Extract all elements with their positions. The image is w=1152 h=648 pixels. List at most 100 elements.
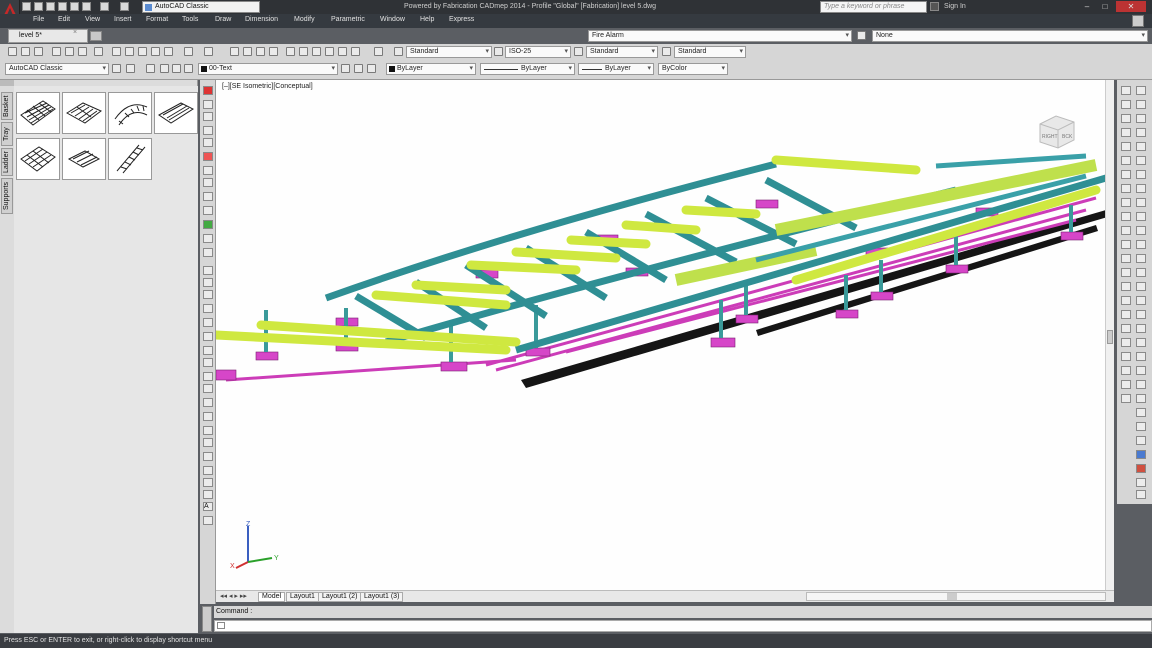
basket-cross-tool[interactable] xyxy=(154,92,198,134)
material-red-icon[interactable] xyxy=(1136,464,1146,473)
service-browse-icon[interactable] xyxy=(857,31,866,40)
paste-icon[interactable] xyxy=(138,47,147,56)
palette-tab-ladder[interactable]: Ladder xyxy=(1,148,13,176)
restore-document-icon[interactable] xyxy=(1132,15,1144,27)
break-icon[interactable] xyxy=(1136,156,1146,165)
polygon-icon[interactable] xyxy=(203,304,213,313)
tool-palettes-icon[interactable] xyxy=(312,47,321,56)
tab-layout1[interactable]: Layout1 xyxy=(286,592,319,602)
dim-aligned-icon[interactable] xyxy=(1121,310,1131,319)
osnap-settings-icon[interactable] xyxy=(1121,296,1131,305)
layer-combo[interactable]: 00-Text xyxy=(198,63,338,75)
undo-tool-icon[interactable] xyxy=(184,47,193,56)
layer-properties-icon[interactable] xyxy=(146,64,155,73)
menu-tools[interactable]: Tools xyxy=(182,16,198,23)
snap-parallel-icon[interactable] xyxy=(1136,254,1146,263)
ellipse-icon[interactable] xyxy=(203,384,213,393)
viewcube[interactable]: RIGHT BCK xyxy=(1034,110,1078,154)
save-icon[interactable] xyxy=(46,2,55,11)
lights-icon[interactable] xyxy=(1136,478,1146,487)
arc-icon[interactable] xyxy=(203,332,213,341)
snap-node-icon[interactable] xyxy=(1136,268,1146,277)
workspace-settings-icon[interactable] xyxy=(112,64,121,73)
realistic-icon[interactable] xyxy=(1136,436,1146,445)
construction-line-icon[interactable] xyxy=(203,278,213,287)
dim-radius-icon[interactable] xyxy=(1136,310,1146,319)
layer-icon[interactable] xyxy=(203,138,213,147)
new-tab-button[interactable] xyxy=(90,31,102,41)
dim-continue-icon[interactable] xyxy=(1121,338,1131,347)
workspace-save-icon[interactable] xyxy=(126,64,135,73)
layer-freeze-icon[interactable] xyxy=(172,64,181,73)
horizontal-scrollbar[interactable] xyxy=(806,592,1106,601)
tab-layout1-3[interactable]: Layout1 (3) xyxy=(360,592,404,602)
chamfer-icon[interactable] xyxy=(1136,170,1146,179)
snap-quadrant-icon[interactable] xyxy=(1121,240,1131,249)
block-editor-icon[interactable] xyxy=(164,47,173,56)
plot-style-combo[interactable]: ByColor xyxy=(658,63,728,75)
dim-ordinate-icon[interactable] xyxy=(1121,380,1131,389)
orbit-icon[interactable] xyxy=(203,126,213,135)
palette-tab-tray[interactable]: Tray xyxy=(1,122,13,146)
table-icon[interactable] xyxy=(203,490,213,499)
layer-lock-icon[interactable] xyxy=(184,64,193,73)
sun-icon[interactable] xyxy=(1136,490,1146,499)
palette-tab-supports[interactable]: Supports xyxy=(1,178,13,214)
snap-nearest-icon[interactable] xyxy=(1121,282,1131,291)
zoom-icon[interactable] xyxy=(203,100,213,109)
dim-style-tool-icon[interactable] xyxy=(1136,366,1146,375)
stop-icon[interactable] xyxy=(203,152,213,161)
quickcalc-icon[interactable] xyxy=(351,47,360,56)
green-tool-icon[interactable] xyxy=(203,220,213,229)
menu-window[interactable]: Window xyxy=(380,16,405,23)
snap-intersection-icon[interactable] xyxy=(1121,212,1131,221)
snap-endpoint-icon[interactable] xyxy=(1121,198,1131,207)
snap-center-icon[interactable] xyxy=(1136,226,1146,235)
menu-modify[interactable]: Modify xyxy=(294,16,315,23)
ladder-tool[interactable] xyxy=(108,138,152,180)
palette-tab-basket[interactable]: Basket xyxy=(1,92,13,120)
spline-icon[interactable] xyxy=(203,372,213,381)
menu-express[interactable]: Express xyxy=(449,16,474,23)
tray-grid-tool[interactable] xyxy=(16,138,60,180)
minimize-icon[interactable]: – xyxy=(1080,1,1094,12)
gradient-icon[interactable] xyxy=(203,466,213,475)
grid-tool-icon[interactable] xyxy=(203,234,213,243)
layer-previous-icon[interactable] xyxy=(354,64,363,73)
circle-icon[interactable] xyxy=(203,346,213,355)
visual-style-icon[interactable] xyxy=(1136,422,1146,431)
cut-icon[interactable] xyxy=(112,47,121,56)
stretch-icon[interactable] xyxy=(1121,142,1131,151)
quick-dim-icon[interactable] xyxy=(1121,394,1131,403)
hscroll-thumb[interactable] xyxy=(947,593,957,600)
tab-close-icon[interactable]: × xyxy=(73,29,77,36)
workspace-toolbar-combo[interactable]: AutoCAD Classic xyxy=(5,63,109,75)
preview-icon[interactable] xyxy=(65,47,74,56)
text-style-icon[interactable] xyxy=(394,47,403,56)
saveas-icon[interactable] xyxy=(58,2,67,11)
dim-tolerance-icon[interactable] xyxy=(1136,338,1146,347)
explode-icon[interactable] xyxy=(1136,184,1146,193)
plot-file-icon[interactable] xyxy=(52,47,61,56)
leader-icon[interactable] xyxy=(1136,394,1146,403)
menu-view[interactable]: View xyxy=(85,16,100,23)
basket-tee-tool[interactable] xyxy=(62,92,106,134)
pick-icon[interactable] xyxy=(203,86,213,95)
dim-style-combo[interactable]: ISO-25 xyxy=(505,46,571,58)
add-selected-icon[interactable] xyxy=(203,516,213,525)
search-input[interactable]: Type a keyword or phrase xyxy=(820,1,927,13)
scroll-thumb[interactable] xyxy=(1107,330,1113,344)
publish-icon[interactable] xyxy=(78,47,87,56)
table-style-combo[interactable]: Standard xyxy=(586,46,658,58)
list-tool-icon[interactable] xyxy=(203,248,213,257)
redo-icon[interactable] xyxy=(120,2,129,11)
move-icon[interactable] xyxy=(1136,114,1146,123)
snap-none-icon[interactable] xyxy=(1136,282,1146,291)
hatch-icon[interactable] xyxy=(203,452,213,461)
zoom-realtime-icon[interactable] xyxy=(243,47,252,56)
snap-perpendicular-icon[interactable] xyxy=(1121,254,1131,263)
paint-icon[interactable] xyxy=(203,206,213,215)
service-combo[interactable]: Fire Alarm xyxy=(588,30,852,42)
mleader-style-icon[interactable] xyxy=(662,47,671,56)
basket-bend-tool[interactable] xyxy=(108,92,152,134)
